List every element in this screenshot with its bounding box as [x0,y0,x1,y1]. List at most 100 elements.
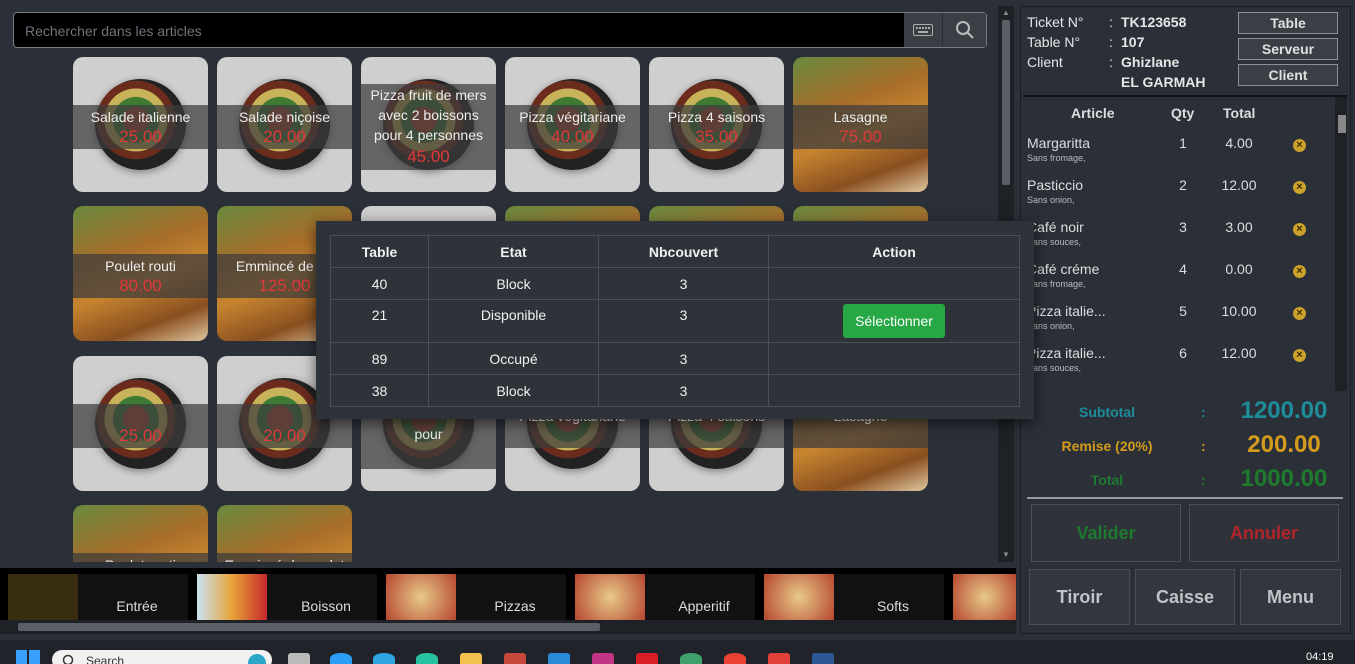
scroll-down-icon[interactable]: ▼ [1001,550,1011,560]
nbcouvert-cell: 3 [598,267,769,300]
order-item[interactable]: Margaritta Sans fromage, 1 4.00 × [1023,135,1333,177]
telegram-icon[interactable] [373,653,395,664]
product-tile[interactable]: Pizza fruit de mers avec 2 boissons pour… [361,57,496,192]
copilot-icon [248,654,266,664]
app-icon[interactable] [416,653,438,664]
app-icon[interactable] [504,653,526,664]
scroll-thumb[interactable] [1002,20,1010,185]
table-button[interactable]: Table [1238,12,1338,34]
annuler-button[interactable]: Annuler [1189,504,1339,562]
subtotal-row: Subtotal : 1200.00 [1027,397,1347,427]
product-tile[interactable]: Salade niçoise 20.00 [217,57,352,192]
nbcouvert-cell: 3 [598,374,769,407]
caisse-button[interactable]: Caisse [1135,569,1235,625]
table-label: Table N° [1027,34,1081,50]
category-item[interactable]: Entrée [8,574,188,620]
category-item[interactable]: Apperitif [575,574,755,620]
search-input[interactable]: Rechercher dans les articles [25,23,202,39]
remise-label: Remise (20%) [1061,438,1153,454]
product-price: 35.00 [695,127,738,146]
order-item-total: 3.00 [1225,219,1253,235]
client-button[interactable]: Client [1238,64,1338,86]
category-item[interactable]: Boisson [197,574,377,620]
clock: 04:19 [1306,651,1334,663]
category-bar: Entrée Boisson Pizzas Apperitif Softs [0,568,1016,620]
product-tile[interactable]: Poulet routi [73,505,208,562]
client-last-name: EL GARMAH [1121,74,1206,90]
table-row: 38 Block 3 [330,374,1020,407]
remove-item-icon[interactable]: × [1293,181,1306,194]
windows-start-icon[interactable] [16,650,40,664]
table-selection-dialog: Table Etat Nbcouvert Action 40 Block 3 2… [316,221,1034,419]
remove-item-icon[interactable]: × [1293,349,1306,362]
category-item[interactable] [953,574,1016,620]
category-scrollbar[interactable] [0,620,1016,634]
order-scrollbar[interactable] [1335,97,1347,391]
order-item[interactable]: Pizza italie... Sans souces, 6 12.00 × [1023,345,1333,387]
product-tile[interactable]: Lasagne 75.00 [793,57,928,192]
remove-item-icon[interactable]: × [1293,265,1306,278]
product-tile[interactable]: Poulet routi 80.00 [73,206,208,341]
keyboard-icon[interactable] [904,13,942,47]
remove-item-icon[interactable]: × [1293,139,1306,152]
taskbar: Search 04:19 [0,640,1355,664]
taskbar-search[interactable]: Search [52,650,272,664]
app-icon[interactable] [768,653,790,664]
remove-item-icon[interactable]: × [1293,307,1306,320]
order-item[interactable]: Pizza italie... Sans onion, 5 10.00 × [1023,303,1333,345]
category-item[interactable]: Softs [764,574,944,620]
product-tile[interactable]: Emmincé de poulet [217,505,352,562]
select-table-button[interactable]: Sélectionner [843,304,945,338]
order-item[interactable]: Café noir Sans souces, 3 3.00 × [1023,219,1333,261]
colon: : [1109,34,1113,50]
product-tile[interactable]: 25.00 [73,356,208,491]
etat-cell: Block [428,267,599,300]
product-tile[interactable]: Pizza végitariane 40.00 [505,57,640,192]
action-cell [768,342,1020,375]
category-item[interactable]: Pizzas [386,574,566,620]
product-price: 45.00 [407,147,450,166]
search-bar[interactable]: Rechercher dans les articles [13,12,987,48]
table-row: 40 Block 3 [330,267,1020,300]
subtotal-value: 1200.00 [1240,397,1328,424]
remove-item-icon[interactable]: × [1293,223,1306,236]
total-header: Total [1223,105,1256,121]
instagram-icon[interactable] [592,653,614,664]
order-item[interactable]: Pasticcio Sans onion, 2 12.00 × [1023,177,1333,219]
app-icon[interactable] [680,653,702,664]
order-item[interactable]: Café créme Sans fromage, 4 0.00 × [1023,261,1333,303]
ticket-panel: Ticket N° : TK123658 Table N° : 107 Clie… [1020,6,1351,634]
search-icon[interactable] [942,13,986,47]
client-first-name: Ghizlane [1121,54,1180,70]
order-item-total: 12.00 [1221,177,1257,193]
scroll-thumb[interactable] [18,623,600,631]
col-action-header: Action [768,235,1020,268]
total-value: 1000.00 [1240,465,1328,492]
serveur-button[interactable]: Serveur [1238,38,1338,60]
table-row: 89 Occupé 3 [330,342,1020,375]
vscode-icon[interactable] [548,653,570,664]
scroll-thumb[interactable] [1338,115,1346,133]
order-item-total: 12.00 [1221,345,1257,361]
order-item-note: Sans onion, [1027,321,1075,331]
product-tile[interactable]: Pizza 4 saisons 35.00 [649,57,784,192]
valider-button[interactable]: Valider [1031,504,1181,562]
action-cell [768,374,1020,407]
scroll-up-icon[interactable]: ▲ [1001,8,1011,18]
edge-icon[interactable] [330,653,352,664]
word-icon[interactable] [812,653,834,664]
chrome-icon[interactable] [724,653,746,664]
total-row: Total : 1000.00 [1027,465,1347,495]
netflix-icon[interactable] [636,653,658,664]
menu-button[interactable]: Menu [1240,569,1341,625]
article-header: Article [1071,105,1115,121]
tiroir-button[interactable]: Tiroir [1029,569,1130,625]
product-tile[interactable]: Salade italienne 25.00 [73,57,208,192]
folder-icon[interactable] [460,653,482,664]
table-value: 107 [1121,34,1145,50]
order-item-name: Pasticcio [1027,177,1084,193]
order-item-note: Sans fromage, [1027,153,1086,163]
table-cell: 40 [330,267,429,300]
task-view-icon[interactable] [288,653,310,664]
colon: : [1109,54,1113,70]
